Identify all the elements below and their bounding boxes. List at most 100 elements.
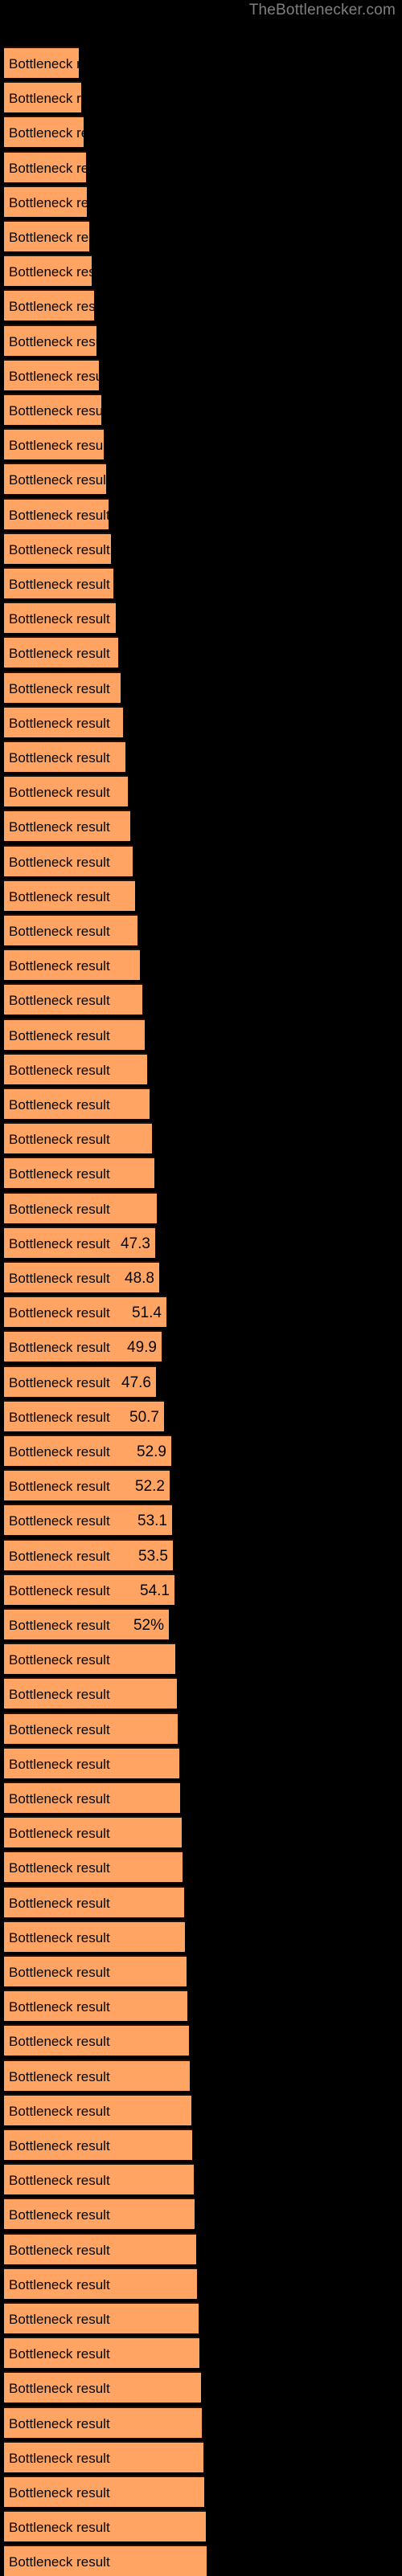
bar[interactable]: Bottleneck result [4,844,133,876]
bar[interactable]: Bottleneck result [4,2093,191,2125]
bar-row: Bottleneck result [0,255,402,287]
bar[interactable]: Bottleneck result [4,914,137,945]
bar-row: Bottleneck result [0,2163,402,2195]
bar-label: Bottleneck result [9,160,86,176]
bar-label: Bottleneck result [9,1548,110,1564]
bar[interactable]: Bottleneck result 51.4 [4,1296,166,1328]
bar-row: Bottleneck result [0,636,402,668]
bar[interactable]: Bottleneck result 53.1 [4,1504,172,1536]
bar[interactable]: Bottleneck result [4,741,125,772]
bar[interactable]: Bottleneck result [4,1712,178,1744]
bar[interactable]: Bottleneck result [4,1643,175,1675]
bar[interactable]: Bottleneck result [4,463,106,495]
bar[interactable]: Bottleneck result [4,2024,189,2056]
bar[interactable]: Bottleneck result [4,705,123,737]
bar[interactable]: Bottleneck result [4,2406,202,2438]
bar[interactable]: Bottleneck result [4,1018,145,1050]
bar[interactable]: Bottleneck result [4,1920,185,1952]
bar[interactable]: Bottleneck result [4,567,113,598]
bar[interactable]: Bottleneck result [4,2337,199,2369]
bar[interactable]: Bottleneck result 52.2 [4,1469,170,1501]
bar[interactable]: Bottleneck result [4,2059,190,2091]
bar[interactable]: Bottleneck result [4,1990,187,2022]
bar[interactable]: Bottleneck result [4,983,142,1015]
bar[interactable]: Bottleneck result [4,2163,194,2195]
bar[interactable]: Bottleneck result [4,2371,201,2403]
bar[interactable]: Bottleneck result [4,220,89,251]
bar-row: Bottleneck result [0,2406,402,2438]
bar[interactable]: Bottleneck result [4,497,109,529]
bar[interactable]: Bottleneck result [4,636,118,668]
bar[interactable]: Bottleneck result [4,2476,204,2507]
bar-row: Bottleneck result 47.3 [0,1226,402,1258]
bar[interactable]: Bottleneck result [4,1746,179,1778]
bar[interactable]: Bottleneck result [4,324,96,356]
bar-label: Bottleneck result [9,230,89,245]
bar[interactable]: Bottleneck result [4,879,135,911]
bar-row: Bottleneck result [0,775,402,807]
bar[interactable]: Bottleneck result 52.9 [4,1435,171,1466]
bar[interactable]: Bottleneck result 52% [4,1608,169,1639]
bar[interactable]: Bottleneck result [4,949,140,981]
bar-row: Bottleneck result [0,949,402,981]
bar-row: Bottleneck result [0,2232,402,2264]
bar[interactable]: Bottleneck result [4,1677,177,1709]
bar[interactable]: Bottleneck result [4,255,92,287]
bar-label: Bottleneck result [9,1062,110,1078]
bar[interactable]: Bottleneck result [4,602,116,634]
bar[interactable]: Bottleneck result 50.7 [4,1399,164,1431]
bar-label: Bottleneck result [9,646,110,662]
bar-row: Bottleneck result 48.8 [0,1261,402,1292]
bar[interactable]: Bottleneck result [4,2232,196,2264]
bar[interactable]: Bottleneck result [4,2302,199,2333]
bar[interactable]: Bottleneck result [4,358,99,390]
bar[interactable]: Bottleneck result [4,2440,203,2472]
bar[interactable]: Bottleneck result [4,81,81,113]
bar[interactable]: Bottleneck result [4,185,87,217]
bar[interactable]: Bottleneck result 49.9 [4,1330,162,1362]
bar[interactable]: Bottleneck result [4,116,84,148]
bar[interactable]: Bottleneck result [4,289,94,321]
bar[interactable]: Bottleneck result [4,1955,187,1986]
bar[interactable]: Bottleneck result 54.1 [4,1573,174,1605]
bar[interactable]: Bottleneck result 48.8 [4,1261,159,1292]
bar-row: Bottleneck result [0,1643,402,1675]
bar[interactable]: Bottleneck result [4,2198,195,2230]
bar[interactable]: Bottleneck result [4,2545,207,2576]
bar[interactable]: Bottleneck result [4,150,86,182]
bar-label: Bottleneck result [9,1479,110,1495]
bar-label: Bottleneck result [9,2415,110,2431]
bar-row: Bottleneck result [0,2129,402,2160]
bar-row: Bottleneck result 53.1 [0,1504,402,1536]
bar-row: Bottleneck result [0,185,402,217]
bar[interactable]: Bottleneck result [4,810,130,842]
bar[interactable]: Bottleneck result [4,1088,150,1119]
bar[interactable]: Bottleneck result [4,1191,157,1223]
bar[interactable]: Bottleneck result [4,532,111,564]
bar[interactable]: Bottleneck result [4,775,128,807]
bar[interactable]: Bottleneck result [4,1885,184,1917]
bar[interactable]: Bottleneck result [4,1816,182,1848]
bar-row: Bottleneck result [0,1885,402,1917]
bar[interactable]: Bottleneck result [4,1782,180,1813]
bar[interactable]: Bottleneck result [4,1052,147,1084]
bar[interactable]: Bottleneck result [4,2129,192,2160]
bar-row: Bottleneck result [0,602,402,634]
bar[interactable]: Bottleneck result 47.6 [4,1365,156,1397]
bar[interactable]: Bottleneck result [4,1157,154,1189]
bar[interactable]: Bottleneck result [4,394,101,425]
bar[interactable]: Bottleneck result [4,2510,206,2542]
bar[interactable]: Bottleneck result [4,1851,183,1883]
bar-label: Bottleneck result [9,1965,110,1980]
bar[interactable]: Bottleneck result [4,47,79,78]
bar-label: Bottleneck result [9,1721,110,1737]
bar[interactable]: Bottleneck result 53.5 [4,1538,173,1570]
bar-value-label: 52.9 [137,1443,166,1460]
bar-label: Bottleneck result [9,993,110,1009]
bar[interactable]: Bottleneck result [4,2267,197,2299]
bar-value-label: 53.5 [138,1547,168,1565]
bar[interactable]: Bottleneck result 47.3 [4,1226,155,1258]
bar[interactable]: Bottleneck result [4,428,104,460]
bar[interactable]: Bottleneck result [4,671,121,703]
bar[interactable]: Bottleneck result [4,1122,152,1154]
